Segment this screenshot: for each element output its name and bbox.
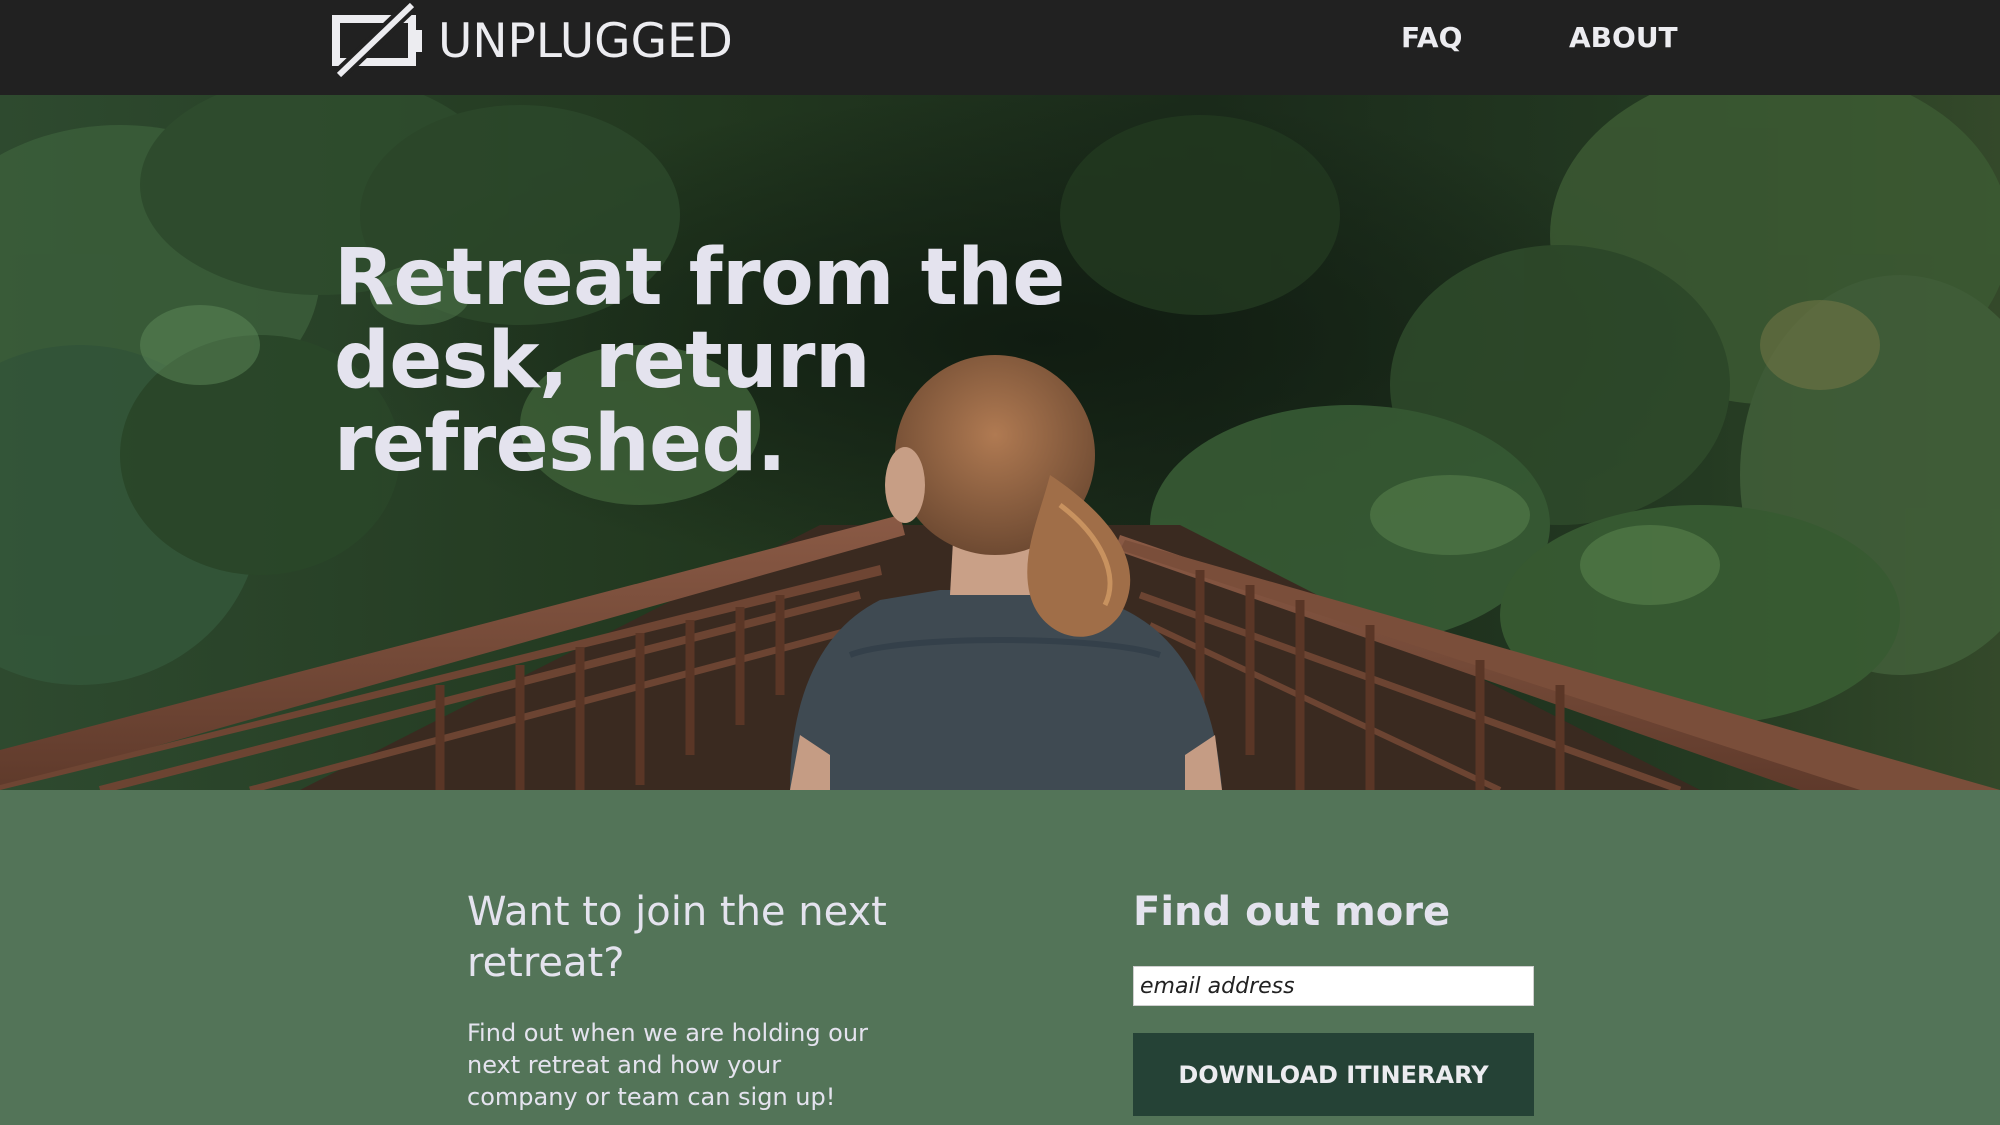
nav-link-faq[interactable]: FAQ xyxy=(1401,20,1462,56)
hero-section: Retreat from the desk, return refreshed. xyxy=(0,95,2000,790)
join-retreat-heading: Want to join the next retreat? xyxy=(467,889,887,986)
find-out-more-heading: Find out more xyxy=(1133,889,1451,935)
email-field[interactable] xyxy=(1133,966,1534,1006)
hero-headline: Retreat from the desk, return refreshed. xyxy=(334,233,1065,489)
join-retreat-description: Find out when we are holding our next re… xyxy=(467,1019,868,1111)
site-header: UNPLUGGED FAQ ABOUT xyxy=(0,0,2000,95)
brand-logo-link[interactable]: UNPLUGGED xyxy=(332,2,733,80)
nav-link-about[interactable]: ABOUT xyxy=(1569,20,1678,56)
battery-crossed-icon xyxy=(332,2,422,80)
signup-section: Want to join the next retreat? Find out … xyxy=(0,790,2000,1125)
brand-name: UNPLUGGED xyxy=(438,13,733,69)
download-itinerary-button[interactable]: DOWNLOAD ITINERARY xyxy=(1133,1033,1534,1116)
